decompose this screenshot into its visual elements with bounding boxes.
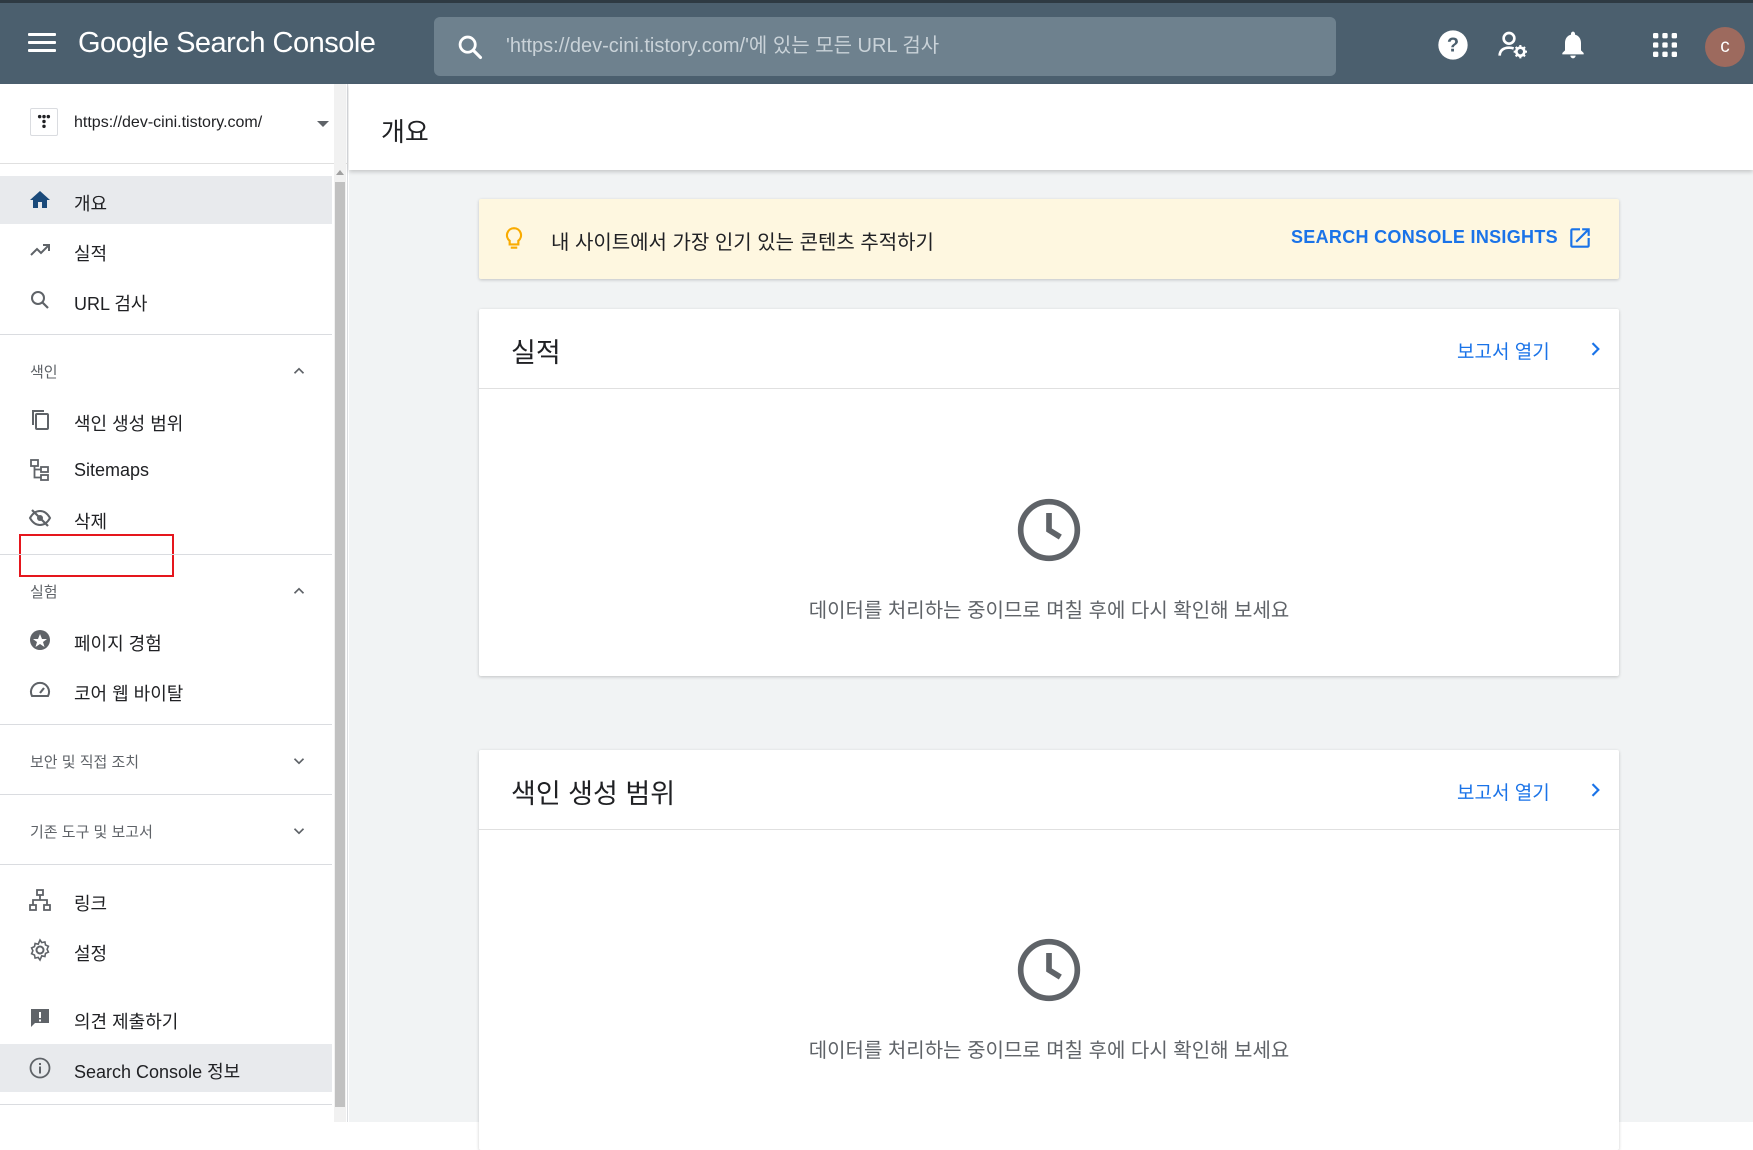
app-logo[interactable]: Google Search Console [78,27,376,60]
manage-users-icon[interactable] [1497,29,1529,61]
sidebar-item-label: 개요 [74,194,108,214]
divider [0,864,332,865]
copy-icon [32,410,49,430]
card-title: 색인 생성 범위 [511,779,676,809]
chevron-right-icon[interactable] [1585,339,1605,359]
sidebar-item-feedback[interactable]: 의견 제출하기 [0,994,332,1042]
section-header-security[interactable]: 보안 및 직접 조치 [0,736,332,784]
coverage-card: 색인 생성 범위 보고서 열기 데이터를 처리하는 중이므로 며칠 후에 다시 … [479,750,1619,1150]
sidebar-item-coverage[interactable]: 색인 생성 범위 [0,396,332,444]
chevron-down-icon [293,828,305,835]
sidebar-item-label: 링크 [74,894,108,914]
sidebar-item-about[interactable]: Search Console 정보 [0,1044,332,1092]
sidebar-item-label: 색인 생성 범위 [74,414,184,434]
plus-circle-icon [30,630,50,650]
clock-icon [1017,938,1081,1002]
divider [0,554,332,555]
chevron-down-icon [293,758,305,765]
sidebar-item-label: 페이지 경험 [74,634,162,654]
search-input[interactable] [506,17,1306,76]
sidebar-item-label: URL 검사 [74,294,148,314]
sidebar-item-performance[interactable]: 실적 [0,226,332,274]
divider [0,334,332,335]
sidebar-item-removals[interactable]: 삭제 [0,494,332,542]
sidebar: https://dev-cini.tistory.com/ 개요 실적 URL … [0,84,348,1122]
search-console-insights-link[interactable]: SEARCH CONSOLE INSIGHTS [1291,227,1558,248]
card-header: 색인 생성 범위 보고서 열기 [479,750,1619,830]
processing-message: 데이터를 처리하는 중이므로 며칠 후에 다시 확인해 보세요 [808,1040,1290,1062]
caret-down-icon[interactable] [317,121,329,127]
sidebar-item-url-inspection[interactable]: URL 검사 [0,276,332,324]
search-icon[interactable] [456,33,484,61]
chevron-right-icon[interactable] [1585,780,1605,800]
property-favicon [30,108,58,136]
sidebar-item-overview[interactable]: 개요 [0,176,332,224]
section-label: 색인 [30,364,58,381]
divider [0,724,332,725]
open-report-link[interactable]: 보고서 열기 [1457,778,1550,805]
svg-text:?: ? [1447,35,1459,57]
open-in-new-icon[interactable] [1567,225,1593,251]
sidebar-scrollbar[interactable] [334,84,346,1122]
chevron-up-icon [293,367,305,374]
processing-message: 데이터를 처리하는 중이므로 며칠 후에 다시 확인해 보세요 [808,600,1290,622]
sidebar-item-links[interactable]: 링크 [0,876,332,924]
sidebar-item-label: 실적 [74,244,108,264]
section-header-experience[interactable]: 실험 [0,566,332,614]
sidebar-item-core-web-vitals[interactable]: 코어 웹 바이탈 [0,666,332,714]
section-label: 실험 [30,584,58,601]
lightbulb-icon [505,227,523,249]
scroll-up-arrow[interactable] [336,170,344,175]
divider [0,1104,332,1105]
trending-up-icon [30,244,50,256]
card-title: 실적 [511,338,561,368]
property-selector[interactable]: https://dev-cini.tistory.com/ [0,84,348,164]
menu-icon[interactable] [28,33,56,55]
sidebar-item-label: 코어 웹 바이탈 [74,684,184,704]
card-header: 실적 보고서 열기 [479,309,1619,389]
url-inspect-search[interactable] [434,17,1336,76]
clock-icon [1017,498,1081,562]
performance-card: 실적 보고서 열기 데이터를 처리하는 중이므로 며칠 후에 다시 확인해 보세… [479,309,1619,676]
sitemap-icon [30,459,49,481]
insights-text: 내 사이트에서 가장 인기 있는 콘텐츠 추적하기 [551,232,934,254]
sidebar-item-sitemaps[interactable]: Sitemaps [0,446,332,494]
page-header: 개요 [349,84,1753,170]
sidebar-item-label: Search Console 정보 [74,1062,241,1082]
open-report-link[interactable]: 보고서 열기 [1457,337,1550,364]
insights-banner: 내 사이트에서 가장 인기 있는 콘텐츠 추적하기 SEARCH CONSOLE… [479,199,1619,279]
sidebar-item-label: 의견 제출하기 [74,1012,179,1032]
sidebar-item-settings[interactable]: 설정 [0,926,332,974]
top-app-bar: Google Search Console ? c [0,0,1753,84]
speed-icon [30,681,50,697]
chevron-up-icon [293,587,305,594]
scroll-thumb[interactable] [335,182,345,1107]
page-title: 개요 [381,117,429,147]
links-icon [29,889,51,911]
sidebar-item-label: 삭제 [74,512,108,532]
section-label: 보안 및 직접 조치 [30,754,140,771]
visibility-off-icon [28,509,52,527]
info-icon [29,1057,51,1079]
search-icon [31,291,49,309]
section-header-legacy[interactable]: 기존 도구 및 보고서 [0,806,332,854]
property-url: https://dev-cini.tistory.com/ [74,114,263,131]
tistory-icon [37,114,51,129]
section-header-index[interactable]: 색인 [0,346,332,394]
section-label: 기존 도구 및 보고서 [30,824,153,841]
apps-grid-icon[interactable] [1649,29,1681,61]
gear-icon [30,938,50,962]
notifications-icon[interactable] [1557,29,1589,61]
home-icon [30,191,50,208]
sidebar-item-label: Sitemaps [74,460,150,480]
divider [0,794,332,795]
main-content: 개요 내 사이트에서 가장 인기 있는 콘텐츠 추적하기 SEARCH CONS… [349,84,1753,1150]
help-icon[interactable]: ? [1437,29,1469,61]
feedback-icon [31,1009,49,1027]
sidebar-item-label: 설정 [74,944,108,964]
sidebar-item-page-experience[interactable]: 페이지 경험 [0,616,332,664]
account-avatar[interactable]: c [1705,27,1745,67]
